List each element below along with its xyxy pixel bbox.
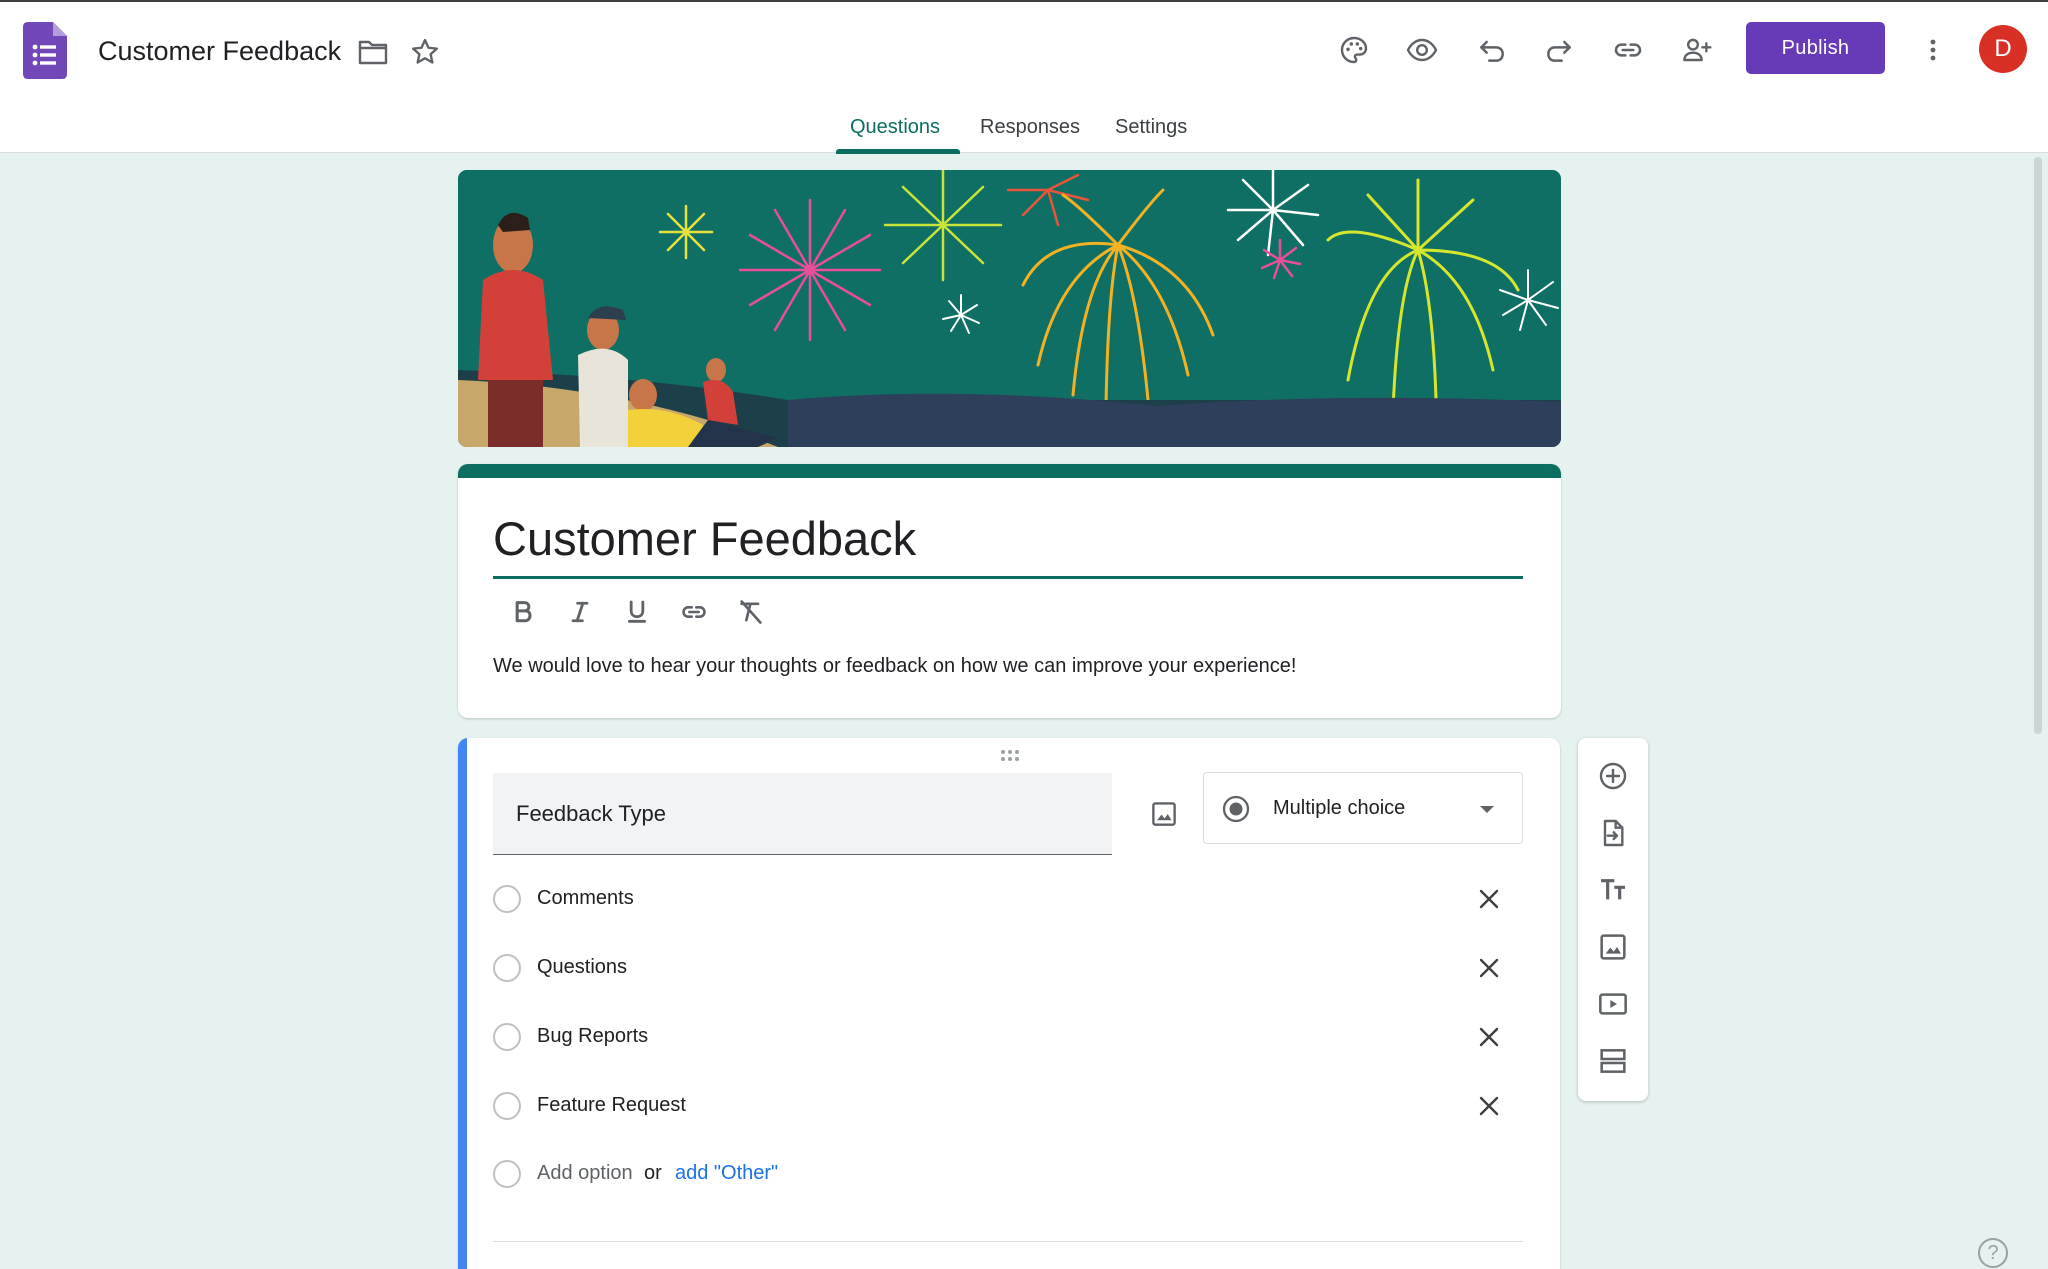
preview-icon[interactable]: [1398, 26, 1446, 74]
option-label[interactable]: Bug Reports: [537, 1025, 648, 1048]
drag-handle-icon[interactable]: [995, 746, 1025, 766]
or-separator: or: [644, 1162, 662, 1184]
radio-checked-icon: [1222, 795, 1250, 823]
tab-questions[interactable]: Questions: [850, 116, 940, 139]
option-row[interactable]: Comments: [493, 867, 1523, 927]
link-icon[interactable]: [672, 590, 716, 634]
undo-icon[interactable]: [1468, 26, 1516, 74]
option-row[interactable]: Questions: [493, 936, 1523, 996]
question-type-dropdown[interactable]: Multiple choice: [1203, 772, 1523, 844]
remove-option-icon[interactable]: [1469, 879, 1509, 919]
title-focus-underline: [493, 576, 1523, 579]
folder-icon[interactable]: [355, 34, 391, 70]
radio-option-icon: [493, 885, 521, 913]
underline-icon[interactable]: [615, 590, 659, 634]
palette-icon[interactable]: [1330, 26, 1378, 74]
radio-option-icon: [493, 1023, 521, 1051]
option-label[interactable]: Comments: [537, 887, 634, 910]
remove-option-icon[interactable]: [1469, 1017, 1509, 1057]
add-option-row: Add option or add "Other": [493, 1142, 1523, 1202]
question-footer-divider: [493, 1241, 1523, 1242]
bold-icon[interactable]: [501, 590, 545, 634]
dropdown-arrow-icon: [1480, 806, 1494, 813]
forms-logo-icon[interactable]: [23, 22, 67, 79]
redo-icon[interactable]: [1535, 26, 1583, 74]
clear-format-icon[interactable]: [729, 590, 773, 634]
top-bar: Customer Feedback Publish D Questions Re…: [0, 0, 2048, 154]
header-banner-image: [458, 170, 1561, 447]
form-description-input[interactable]: We would love to hear your thoughts or f…: [493, 655, 1296, 678]
option-row[interactable]: Bug Reports: [493, 1005, 1523, 1065]
import-questions-icon[interactable]: [1589, 809, 1637, 857]
add-question-icon[interactable]: [1589, 752, 1637, 800]
radio-option-icon: [493, 954, 521, 982]
form-header-card: Customer Feedback We would love to hear …: [458, 464, 1561, 718]
document-title[interactable]: Customer Feedback: [98, 36, 341, 67]
floating-side-toolbar: [1578, 738, 1648, 1101]
active-question-indicator: [458, 738, 467, 1269]
option-label[interactable]: Questions: [537, 956, 627, 979]
add-video-icon[interactable]: [1589, 980, 1637, 1028]
radio-option-icon: [493, 1160, 521, 1188]
link-icon[interactable]: [1604, 26, 1652, 74]
theme-accent-strip: [458, 464, 1561, 478]
publish-button[interactable]: Publish: [1746, 22, 1885, 74]
more-vert-icon[interactable]: [1909, 26, 1957, 74]
tab-bar: Questions Responses Settings: [0, 102, 2048, 154]
form-title-input[interactable]: Customer Feedback: [493, 511, 916, 566]
add-collaborator-icon[interactable]: [1673, 26, 1721, 74]
page-scrollbar[interactable]: [2034, 157, 2042, 734]
add-title-icon[interactable]: [1589, 866, 1637, 914]
radio-option-icon: [493, 1092, 521, 1120]
option-label[interactable]: Feature Request: [537, 1094, 686, 1117]
active-tab-indicator: [836, 149, 960, 154]
question-title-input[interactable]: Feedback Type: [493, 773, 1112, 855]
add-other-link[interactable]: add "Other": [675, 1162, 778, 1185]
tab-settings[interactable]: Settings: [1115, 116, 1187, 139]
star-icon[interactable]: [407, 34, 443, 70]
add-image-icon[interactable]: [1589, 923, 1637, 971]
italic-icon[interactable]: [558, 590, 602, 634]
help-icon[interactable]: ?: [1978, 1238, 2008, 1268]
question-type-label: Multiple choice: [1273, 797, 1406, 819]
avatar[interactable]: D: [1979, 25, 2027, 73]
add-image-icon[interactable]: [1140, 790, 1188, 838]
option-row[interactable]: Feature Request: [493, 1074, 1523, 1134]
question-card[interactable]: Feedback Type Multiple choice Comments Q…: [458, 738, 1560, 1269]
tab-responses[interactable]: Responses: [980, 116, 1080, 139]
remove-option-icon[interactable]: [1469, 948, 1509, 988]
add-option-input[interactable]: Add option: [537, 1162, 633, 1185]
add-section-icon[interactable]: [1589, 1037, 1637, 1085]
remove-option-icon[interactable]: [1469, 1086, 1509, 1126]
